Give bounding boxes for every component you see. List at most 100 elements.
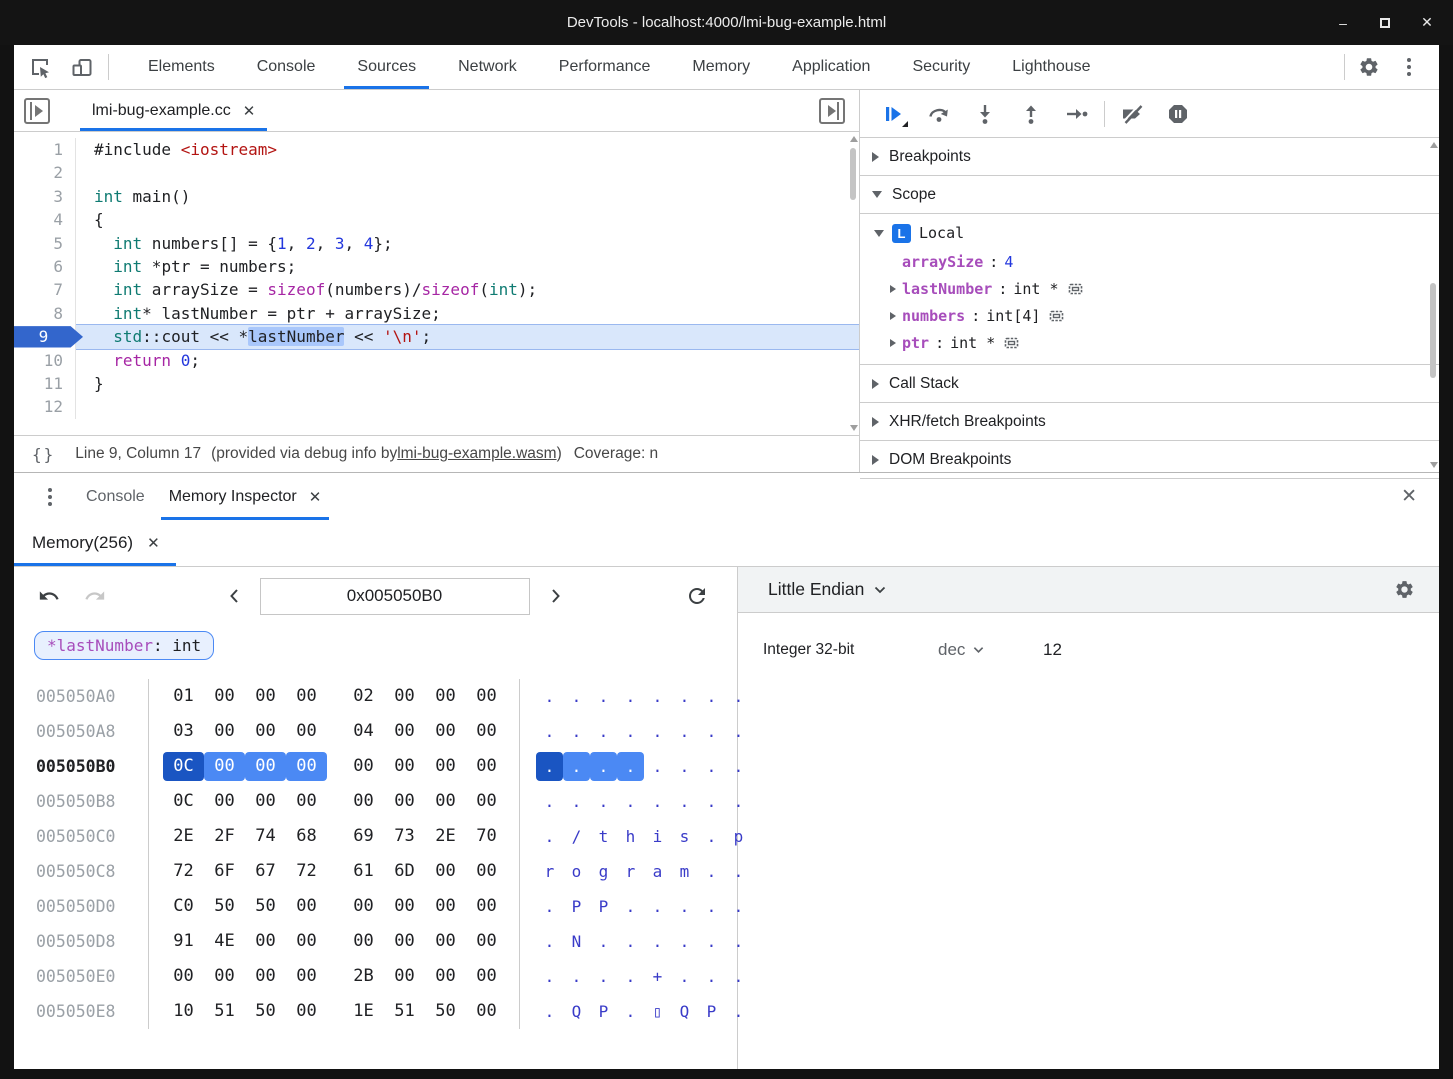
ascii-char[interactable]: . [698, 787, 725, 816]
ascii-char[interactable]: . [617, 892, 644, 921]
tab-console[interactable]: Console [74, 473, 157, 520]
hex-byte[interactable]: 00 [466, 857, 507, 886]
ascii-char[interactable]: . [698, 892, 725, 921]
hex-byte[interactable]: 00 [384, 927, 425, 956]
hex-byte[interactable]: 03 [163, 717, 204, 746]
hex-byte[interactable]: 00 [425, 962, 466, 991]
file-tab[interactable]: lmi-bug-example.cc ✕ [86, 90, 261, 131]
ascii-char[interactable]: . [617, 787, 644, 816]
hex-byte[interactable]: 2E [425, 822, 466, 851]
hex-byte[interactable]: 00 [343, 752, 384, 781]
ascii-char[interactable]: . [644, 892, 671, 921]
hex-byte[interactable]: 00 [343, 787, 384, 816]
ascii-char[interactable]: . [617, 962, 644, 991]
ascii-char[interactable]: + [644, 962, 671, 991]
code-editor[interactable]: 1#include <iostream>23int main()4{5 int … [14, 132, 859, 435]
xhr-breakpoints-section[interactable]: XHR/fetch Breakpoints [860, 403, 1439, 441]
ascii-char[interactable]: . [536, 787, 563, 816]
hex-byte[interactable]: 50 [204, 892, 245, 921]
hex-byte[interactable]: 00 [466, 752, 507, 781]
scrollbar-thumb[interactable] [850, 148, 856, 200]
tab-performance[interactable]: Performance [538, 45, 672, 89]
ascii-char[interactable]: . [671, 962, 698, 991]
ascii-char[interactable]: . [536, 997, 563, 1026]
hex-byte[interactable]: 00 [245, 962, 286, 991]
ascii-char[interactable]: o [563, 857, 590, 886]
line-number[interactable]: 3 [14, 185, 76, 208]
hex-byte[interactable]: 00 [425, 927, 466, 956]
hex-byte[interactable]: 67 [245, 857, 286, 886]
hex-byte[interactable]: 91 [163, 927, 204, 956]
tab-security[interactable]: Security [891, 45, 991, 89]
drawer-close-button[interactable]: ✕ [1401, 485, 1417, 508]
step-over-button[interactable] [920, 97, 958, 131]
hex-byte[interactable]: 00 [245, 682, 286, 711]
address-input[interactable] [260, 578, 530, 615]
breakpoints-section[interactable]: Breakpoints [860, 138, 1439, 176]
hex-byte[interactable]: 00 [466, 682, 507, 711]
ascii-char[interactable]: P [563, 892, 590, 921]
hex-byte[interactable]: 00 [384, 787, 425, 816]
hex-byte[interactable]: 00 [425, 787, 466, 816]
ascii-char[interactable]: . [536, 927, 563, 956]
hex-byte[interactable]: 69 [343, 822, 384, 851]
ascii-char[interactable]: . [698, 927, 725, 956]
ascii-char[interactable]: . [698, 822, 725, 851]
hex-byte[interactable]: 00 [466, 787, 507, 816]
ascii-char[interactable]: i [644, 822, 671, 851]
line-number[interactable]: 1 [14, 138, 76, 161]
scope-local-group[interactable]: L Local [860, 218, 1439, 248]
hex-byte[interactable]: 00 [425, 717, 466, 746]
ascii-char[interactable]: . [698, 962, 725, 991]
wasm-file-link[interactable]: lmi-bug-example.wasm [397, 445, 556, 463]
hex-byte[interactable]: 00 [245, 752, 286, 781]
settings-button[interactable] [1353, 51, 1385, 83]
hex-byte[interactable]: 61 [343, 857, 384, 886]
ascii-char[interactable]: . [671, 927, 698, 956]
hex-byte[interactable]: 02 [343, 682, 384, 711]
hex-byte[interactable]: 00 [245, 787, 286, 816]
hex-byte[interactable]: 00 [466, 892, 507, 921]
hex-byte[interactable]: 1E [343, 997, 384, 1026]
hex-byte[interactable]: 0C [163, 752, 204, 781]
hex-byte[interactable]: 01 [163, 682, 204, 711]
tab-memory-256[interactable]: Memory(256) ✕ [14, 520, 176, 566]
hex-byte[interactable]: 00 [425, 752, 466, 781]
inspect-element-button[interactable] [24, 51, 56, 83]
interpreter-settings-button[interactable] [1394, 579, 1415, 600]
scope-variable-ptr[interactable]: ptr: int * [860, 329, 1439, 356]
ascii-char[interactable]: g [590, 857, 617, 886]
line-number[interactable]: 8 [14, 302, 76, 325]
hex-byte[interactable]: 00 [466, 927, 507, 956]
ascii-char[interactable]: . [563, 962, 590, 991]
memory-chip-icon[interactable] [1067, 281, 1084, 297]
minimize-button[interactable]: – [1335, 15, 1351, 31]
ascii-char[interactable]: . [590, 787, 617, 816]
hex-byte[interactable]: 2E [163, 822, 204, 851]
step-out-button[interactable] [1012, 97, 1050, 131]
ascii-char[interactable]: . [671, 752, 698, 781]
history-forward-button[interactable] [82, 583, 108, 609]
ascii-char[interactable]: . [590, 962, 617, 991]
scroll-down-arrow[interactable] [1430, 462, 1438, 468]
ascii-char[interactable]: . [617, 752, 644, 781]
hex-byte[interactable]: 0C [163, 787, 204, 816]
line-number[interactable]: 10 [14, 349, 76, 372]
deactivate-breakpoints-button[interactable] [1113, 97, 1151, 131]
hex-byte[interactable]: 00 [204, 787, 245, 816]
hex-byte[interactable]: 72 [163, 857, 204, 886]
ascii-char[interactable]: . [536, 892, 563, 921]
hex-byte[interactable]: 50 [245, 997, 286, 1026]
pause-on-exceptions-button[interactable] [1159, 97, 1197, 131]
ascii-char[interactable]: . [536, 752, 563, 781]
hex-byte[interactable]: 00 [245, 717, 286, 746]
hex-byte[interactable]: 00 [425, 682, 466, 711]
previous-page-button[interactable] [226, 587, 244, 605]
ascii-char[interactable]: . [590, 717, 617, 746]
ascii-char[interactable]: . [617, 997, 644, 1026]
hex-byte[interactable]: 00 [286, 682, 327, 711]
scope-section-header[interactable]: Scope [860, 176, 1439, 214]
ascii-char[interactable]: t [590, 822, 617, 851]
scope-variable-numbers[interactable]: numbers: int[4] [860, 302, 1439, 329]
hex-byte[interactable]: 00 [286, 717, 327, 746]
